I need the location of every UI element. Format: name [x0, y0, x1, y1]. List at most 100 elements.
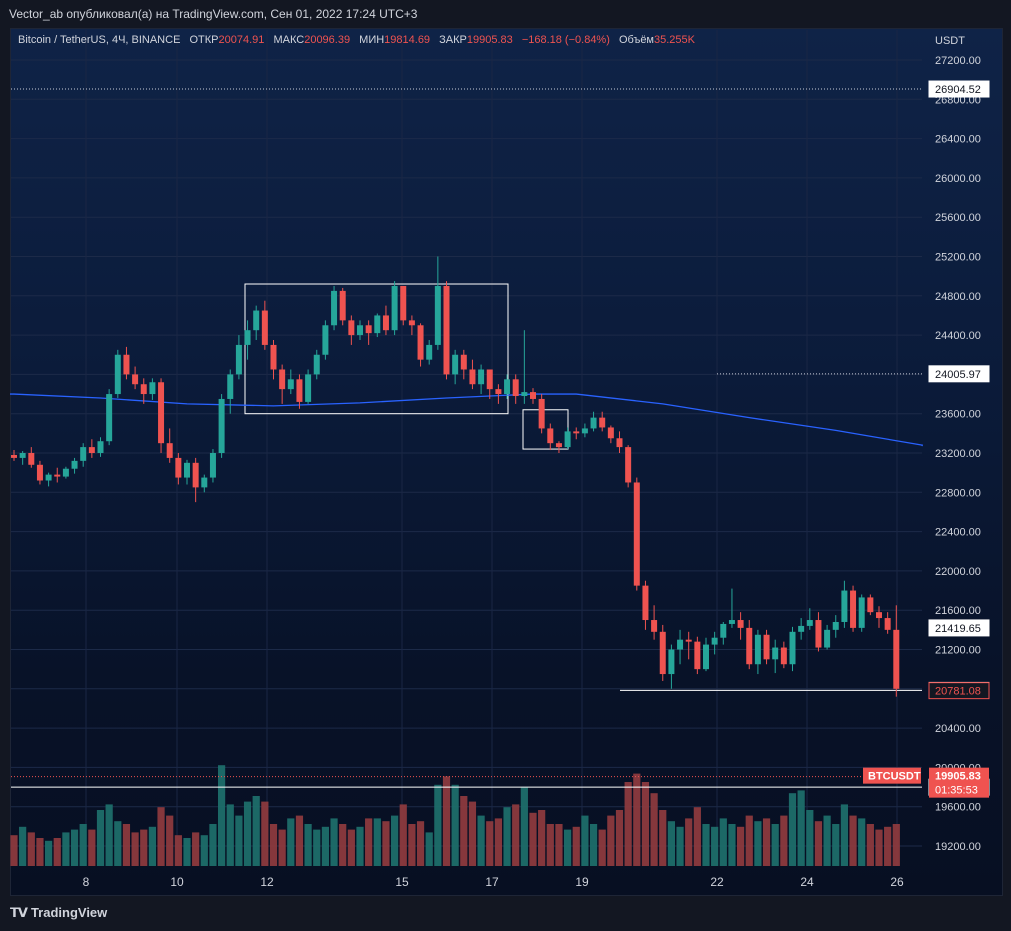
volume-bar: [157, 807, 165, 866]
consolidation-box: [244, 283, 509, 415]
candle-body: [478, 369, 485, 385]
candle-body: [703, 644, 709, 670]
price-tick-label: 24800.00: [935, 291, 981, 303]
volume-bar: [520, 787, 528, 866]
candle-body: [876, 612, 882, 619]
volume-bar: [624, 782, 632, 866]
chart-canvas[interactable]: 27200.0026800.0026400.0026000.0025600.00…: [0, 0, 1011, 931]
volume-bar: [339, 824, 347, 866]
volume-bar: [615, 810, 624, 866]
price-tick-label: 19200.00: [935, 841, 981, 853]
candle-body: [806, 620, 813, 626]
volume-bar: [79, 824, 87, 866]
candle-body: [287, 379, 294, 390]
volume-bar: [148, 826, 156, 866]
candle-body: [331, 290, 338, 326]
volume-bar: [425, 832, 433, 866]
volume-bar: [192, 832, 200, 866]
candle-body: [815, 620, 822, 648]
candle-body: [227, 374, 234, 399]
volume-bars: [10, 765, 900, 866]
candle-body: [858, 597, 865, 628]
candle-body: [452, 354, 459, 375]
volume-bar: [27, 832, 35, 866]
candle-body: [469, 369, 476, 385]
price-tick-label: 25600.00: [935, 212, 981, 224]
volume-bar: [416, 821, 425, 866]
candle-body: [850, 590, 857, 628]
volume-bar: [693, 807, 701, 866]
volume-bar: [659, 810, 667, 866]
symbol-legend: Bitcoin / TetherUS, 4Ч, BINANCE ОТКР2007…: [18, 34, 695, 46]
candlesticks: [11, 256, 900, 697]
volume-bar: [598, 829, 606, 866]
volume-bar: [166, 815, 174, 866]
volume-bar: [183, 838, 191, 866]
volume-bar: [858, 818, 866, 866]
candle-body: [633, 482, 640, 586]
price-tag-20781: 20781.08: [935, 686, 981, 698]
candle-body: [893, 629, 900, 689]
candle-body: [763, 634, 770, 660]
volume-bar: [477, 815, 485, 866]
volume-bar: [209, 824, 217, 866]
tradingview-icon: 𝗧𝗩: [10, 905, 28, 920]
volume-bar: [866, 824, 874, 866]
volume-bar: [174, 835, 182, 866]
volume-bar: [373, 818, 381, 866]
volume-bar: [702, 824, 710, 866]
price-tick-label: 26400.00: [935, 134, 981, 146]
high-value: 20096.39: [304, 34, 351, 46]
candle-body: [123, 354, 130, 375]
low-value: 19814.69: [384, 34, 431, 46]
candle-body: [495, 389, 502, 395]
candle-body: [88, 447, 95, 453]
volume-bar: [486, 821, 494, 866]
price-tick-label: 21200.00: [935, 645, 981, 657]
candle-body: [547, 428, 554, 444]
candle-body: [426, 344, 433, 360]
horizontal-levels: [11, 88, 922, 788]
candle-body: [824, 629, 831, 648]
price-tick-label: 23200.00: [935, 448, 981, 460]
volume-bar: [849, 815, 857, 866]
low-label: МИН: [359, 34, 385, 46]
volume-bar: [365, 818, 373, 866]
volume-bar: [261, 801, 269, 866]
candle-body: [504, 379, 511, 395]
candle-body: [391, 285, 398, 331]
candle-body: [357, 325, 363, 336]
volume-bar: [53, 838, 61, 866]
candle-body: [322, 325, 329, 355]
price-tag-mid: 24005.97: [935, 369, 981, 381]
candle-body: [192, 462, 199, 488]
candle-body: [573, 431, 580, 434]
candle-body: [114, 354, 121, 395]
volume-bar: [399, 804, 407, 866]
countdown-timer: 01:35:53: [935, 785, 978, 797]
candle-body: [106, 394, 113, 442]
candle-body: [201, 477, 208, 488]
currency-label: USDT: [935, 35, 965, 47]
price-tick-label: 22000.00: [935, 566, 981, 578]
candle-body: [728, 620, 735, 624]
volume-bar: [131, 832, 139, 866]
volume-bar: [140, 829, 148, 866]
candle-body: [175, 457, 182, 478]
candle-body: [339, 290, 346, 321]
volume-bar: [252, 796, 260, 866]
volume-bar: [122, 824, 131, 866]
moving-average-line: [10, 393, 924, 447]
candle-body: [270, 344, 277, 370]
candle-body: [798, 625, 805, 632]
candle-body: [599, 417, 606, 428]
tradingview-logo[interactable]: 𝗧𝗩 TradingView: [10, 905, 107, 921]
grid-lines: [11, 30, 922, 866]
volume-bar: [814, 821, 823, 866]
candle-body: [555, 443, 562, 448]
volume-bar: [832, 824, 840, 866]
open-value: 20074.91: [218, 34, 265, 46]
time-tick-label: 17: [485, 875, 499, 889]
time-tick-label: 8: [83, 875, 90, 889]
volume-bar: [278, 829, 286, 866]
